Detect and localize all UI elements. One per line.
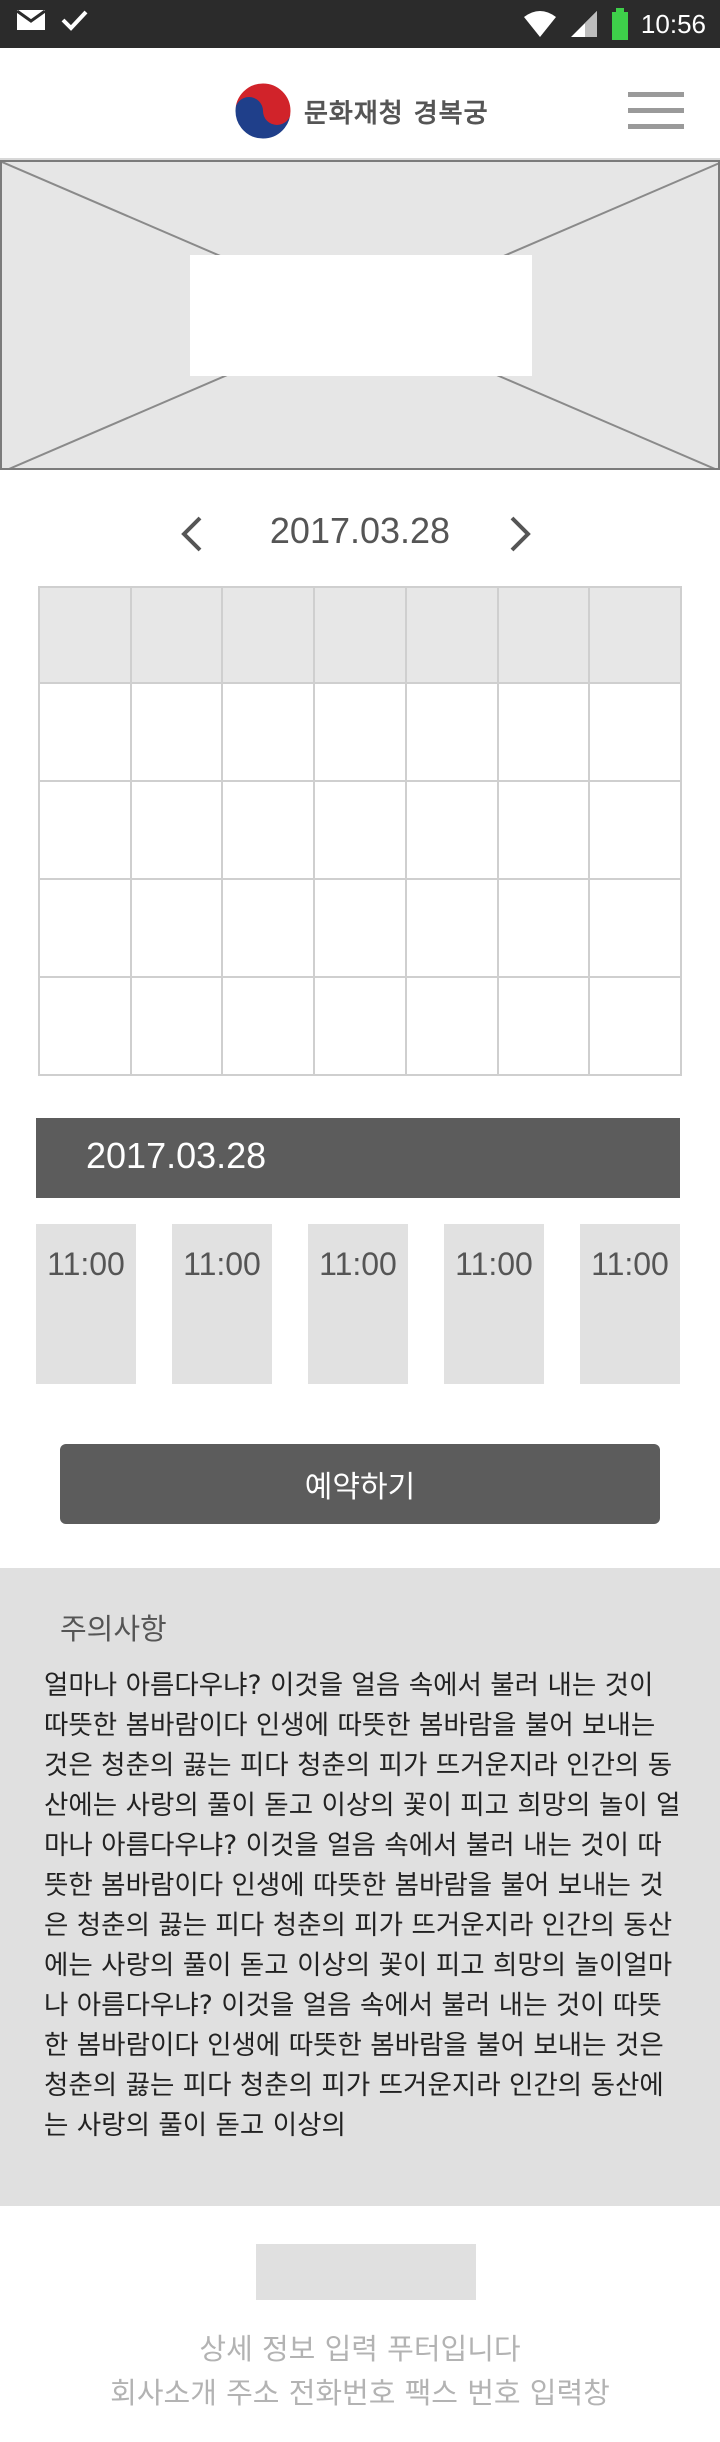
calendar-day-cell[interactable] bbox=[588, 682, 682, 782]
calendar-weekday-cell bbox=[38, 586, 132, 684]
calendar-day-cell[interactable] bbox=[404, 976, 499, 1076]
footer-info-line: 상세 정보 입력 푸터입니다 bbox=[199, 2332, 521, 2366]
calendar-day-cell[interactable] bbox=[496, 976, 591, 1076]
mail-icon bbox=[16, 9, 46, 30]
chevron-left-icon[interactable] bbox=[172, 512, 212, 556]
taegeuk-logo-icon bbox=[234, 82, 292, 140]
footer-contact-line: 회사소개 주소 전화번호 팩스 번호 입력창 bbox=[110, 2376, 610, 2410]
time-slot[interactable]: 11:00 bbox=[444, 1224, 544, 1384]
time-slot-list: 11:00 11:00 11:00 11:00 11:00 bbox=[36, 1224, 680, 1384]
calendar-weekday-cell bbox=[496, 586, 591, 684]
calendar-day-cell[interactable] bbox=[588, 976, 682, 1076]
calendar-week-row bbox=[38, 780, 682, 880]
notice-section: 주의사항 얼마나 아름다우냐? 이것을 얼음 속에서 불러 내는 것이 따뜻한 … bbox=[0, 1568, 720, 2206]
calendar-day-cell[interactable] bbox=[313, 976, 407, 1076]
calendar-day-cell[interactable] bbox=[588, 878, 682, 978]
selected-date-text: 2017.03.28 bbox=[86, 1135, 267, 1176]
status-bar: 10:56 bbox=[0, 0, 720, 48]
time-slot[interactable]: 11:00 bbox=[36, 1224, 136, 1384]
calendar-day-cell[interactable] bbox=[129, 780, 224, 880]
calendar-day-cell[interactable] bbox=[221, 976, 316, 1076]
logo-text: 문화재청 경복궁 bbox=[304, 98, 489, 129]
calendar-day-cell[interactable] bbox=[404, 682, 499, 782]
calendar-day-cell[interactable] bbox=[404, 878, 499, 978]
calendar-weekday-cell bbox=[404, 586, 499, 684]
calendar-weekday-cell bbox=[129, 586, 224, 684]
calendar-week-row bbox=[38, 976, 682, 1076]
selected-date-bar: 2017.03.28 bbox=[36, 1118, 680, 1198]
footer-logo-placeholder bbox=[256, 2244, 476, 2300]
calendar-grid bbox=[38, 586, 682, 1076]
current-date-label: 2017.03.28 bbox=[269, 510, 451, 551]
site-logo[interactable]: 문화재청 경복궁 bbox=[234, 82, 489, 140]
status-time: 10:56 bbox=[640, 9, 706, 39]
app-header: 문화재청 경복궁 bbox=[0, 48, 720, 160]
battery-icon bbox=[611, 8, 628, 40]
hamburger-menu-icon[interactable] bbox=[628, 92, 684, 132]
calendar-day-cell[interactable] bbox=[38, 878, 132, 978]
signal-icon bbox=[570, 11, 597, 37]
calendar-day-cell[interactable] bbox=[404, 780, 499, 880]
calendar-day-cell[interactable] bbox=[313, 682, 407, 782]
chevron-right-icon[interactable] bbox=[500, 512, 540, 556]
calendar-day-cell[interactable] bbox=[38, 976, 132, 1076]
calendar-day-cell[interactable] bbox=[496, 682, 591, 782]
date-navigator: 2017.03.28 bbox=[0, 500, 720, 566]
calendar-day-cell[interactable] bbox=[129, 878, 224, 978]
calendar-day-cell[interactable] bbox=[496, 878, 591, 978]
calendar-day-cell[interactable] bbox=[588, 780, 682, 880]
calendar-weekday-cell bbox=[588, 586, 682, 684]
check-icon bbox=[61, 10, 88, 31]
calendar-weekday-row bbox=[38, 586, 682, 684]
calendar-day-cell[interactable] bbox=[38, 780, 132, 880]
calendar-day-cell[interactable] bbox=[221, 682, 316, 782]
calendar-day-cell[interactable] bbox=[221, 780, 316, 880]
banner-text-box bbox=[190, 255, 532, 376]
calendar-day-cell[interactable] bbox=[496, 780, 591, 880]
calendar-day-cell[interactable] bbox=[129, 976, 224, 1076]
calendar-weekday-cell bbox=[221, 586, 316, 684]
reserve-button[interactable]: 예약하기 bbox=[60, 1444, 660, 1524]
calendar-day-cell[interactable] bbox=[313, 878, 407, 978]
notice-title: 주의사항 bbox=[60, 1612, 167, 1646]
calendar-week-row bbox=[38, 878, 682, 978]
calendar-day-cell[interactable] bbox=[38, 682, 132, 782]
time-slot[interactable]: 11:00 bbox=[172, 1224, 272, 1384]
wifi-icon bbox=[523, 11, 556, 37]
notice-body: 얼마나 아름다우냐? 이것을 얼음 속에서 불러 내는 것이 따뜻한 봄바람이다… bbox=[44, 1670, 681, 2141]
banner-image-placeholder bbox=[0, 160, 720, 470]
calendar-week-row bbox=[38, 682, 682, 782]
calendar-weekday-cell bbox=[313, 586, 407, 684]
calendar-day-cell[interactable] bbox=[313, 780, 407, 880]
time-slot[interactable]: 11:00 bbox=[580, 1224, 680, 1384]
time-slot[interactable]: 11:00 bbox=[308, 1224, 408, 1384]
calendar-day-cell[interactable] bbox=[221, 878, 316, 978]
calendar-day-cell[interactable] bbox=[129, 682, 224, 782]
